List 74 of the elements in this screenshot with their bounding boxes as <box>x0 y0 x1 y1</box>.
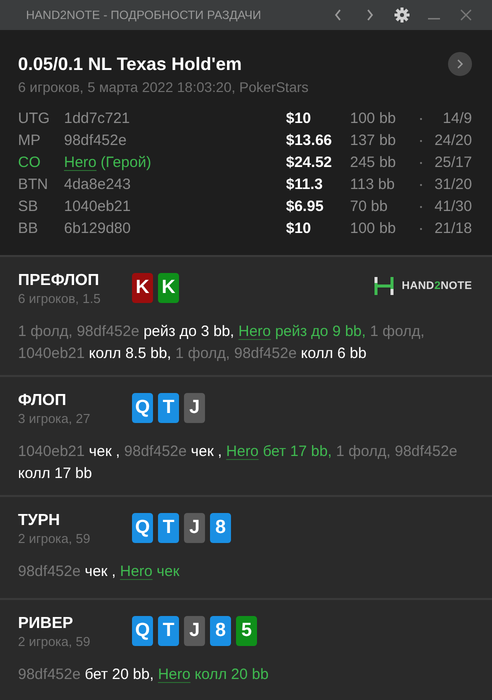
chevron-right-icon <box>366 8 374 22</box>
street-info: 6 игроков, 1.5 <box>18 291 102 307</box>
position-label: CO <box>18 153 42 173</box>
stack-bb: 100 bb <box>350 109 397 129</box>
playing-card: 8 <box>210 513 231 543</box>
playing-card: Q <box>132 513 153 543</box>
stack-amount: $13.66 <box>286 131 333 151</box>
playing-card: T <box>158 513 179 543</box>
stack-bb: 70 bb <box>350 197 389 217</box>
logo-text: HAND2NOTE <box>402 280 472 292</box>
hand-info: 6 игроков, 5 марта 2022 18:03:20, PokerStars <box>18 79 310 95</box>
position-label: MP <box>18 131 42 151</box>
stack-amount: $24.52 <box>286 153 333 173</box>
player-stats: 25/17 <box>433 153 472 173</box>
stack-bb: 113 bb <box>350 175 396 195</box>
minimize-icon <box>428 18 440 20</box>
separator-dot-icon <box>420 184 422 186</box>
action-log: 98df452e чек , Hero чек <box>18 562 180 582</box>
player-stats: 41/30 <box>433 197 472 217</box>
stack-amount: $11.3 <box>286 175 324 195</box>
player-name: Hero (Герой) <box>64 153 152 173</box>
playing-card: Q <box>132 393 153 423</box>
position-label: UTG <box>18 109 51 129</box>
street-name: ТУРН <box>18 511 61 531</box>
next-hand-button[interactable] <box>448 52 472 76</box>
chevron-left-icon <box>334 8 342 22</box>
playing-card: K <box>132 273 153 303</box>
player-stats: 14/9 <box>442 109 472 129</box>
settings-icon <box>394 7 410 23</box>
separator-dot-icon <box>420 118 422 120</box>
street-name: ПРЕФЛОП <box>18 271 100 291</box>
stack-bb: 245 bb <box>350 153 397 173</box>
separator-dot-icon <box>420 140 422 142</box>
stack-bb: 137 bb <box>350 131 397 151</box>
chevron-right-icon <box>457 59 463 69</box>
playing-card: J <box>184 616 205 646</box>
street-info: 2 игрока, 59 <box>18 634 92 650</box>
action-log: 1040eb21 чек , 98df452e чек , Hero бет 17 bb, 1 фолд, 98df452e колл 17 bb <box>18 442 458 484</box>
playing-card: 5 <box>236 616 257 646</box>
playing-card: K <box>158 273 179 303</box>
position-label: BTN <box>18 175 49 195</box>
separator-dot-icon <box>420 228 422 230</box>
playing-card: T <box>158 616 179 646</box>
stack-amount: $10 <box>286 219 312 239</box>
player-name: 98df452e <box>64 131 128 151</box>
close-icon <box>460 9 472 21</box>
separator-dot-icon <box>420 206 422 208</box>
street-info: 2 игрока, 59 <box>18 531 92 547</box>
playing-card: T <box>158 393 179 423</box>
street-info: 3 игрока, 27 <box>18 411 92 427</box>
logo-icon <box>374 275 394 297</box>
playing-card: Q <box>132 616 153 646</box>
player-name: 1040eb21 <box>64 197 132 217</box>
position-label: SB <box>18 197 40 217</box>
playing-card: J <box>184 513 205 543</box>
street-name: РИВЕР <box>18 614 74 634</box>
player-stats: 31/20 <box>433 175 472 195</box>
position-label: BB <box>18 219 40 239</box>
stack-amount: $6.95 <box>286 197 325 217</box>
street-name: ФЛОП <box>18 391 68 411</box>
player-name: 4da8e243 <box>64 175 132 195</box>
stack-bb: 100 bb <box>350 219 397 239</box>
player-stats: 21/18 <box>433 219 472 239</box>
player-stats: 24/20 <box>433 131 472 151</box>
playing-card: 8 <box>210 616 231 646</box>
action-log: 1 фолд, 98df452e рейз до 3 bb, Hero рейз до 9 bb, 1 фолд, 1040eb21 колл 8.5 bb, 1 фолд, 98df452e колл 6 bb <box>18 322 426 364</box>
window-title: HAND2NOTE - ПОДРОБНОСТИ РАЗДАЧИ <box>26 8 262 22</box>
action-log: 98df452e бет 20 bb, Hero колл 20 bb <box>18 664 270 684</box>
stack-amount: $10 <box>286 109 312 129</box>
hand-title: 0.05/0.1 NL Texas Hold'em <box>18 54 242 74</box>
player-name: 6b129d80 <box>64 219 132 239</box>
playing-card: J <box>184 393 205 423</box>
separator-dot-icon <box>420 162 422 164</box>
player-name: 1dd7c721 <box>64 109 131 129</box>
